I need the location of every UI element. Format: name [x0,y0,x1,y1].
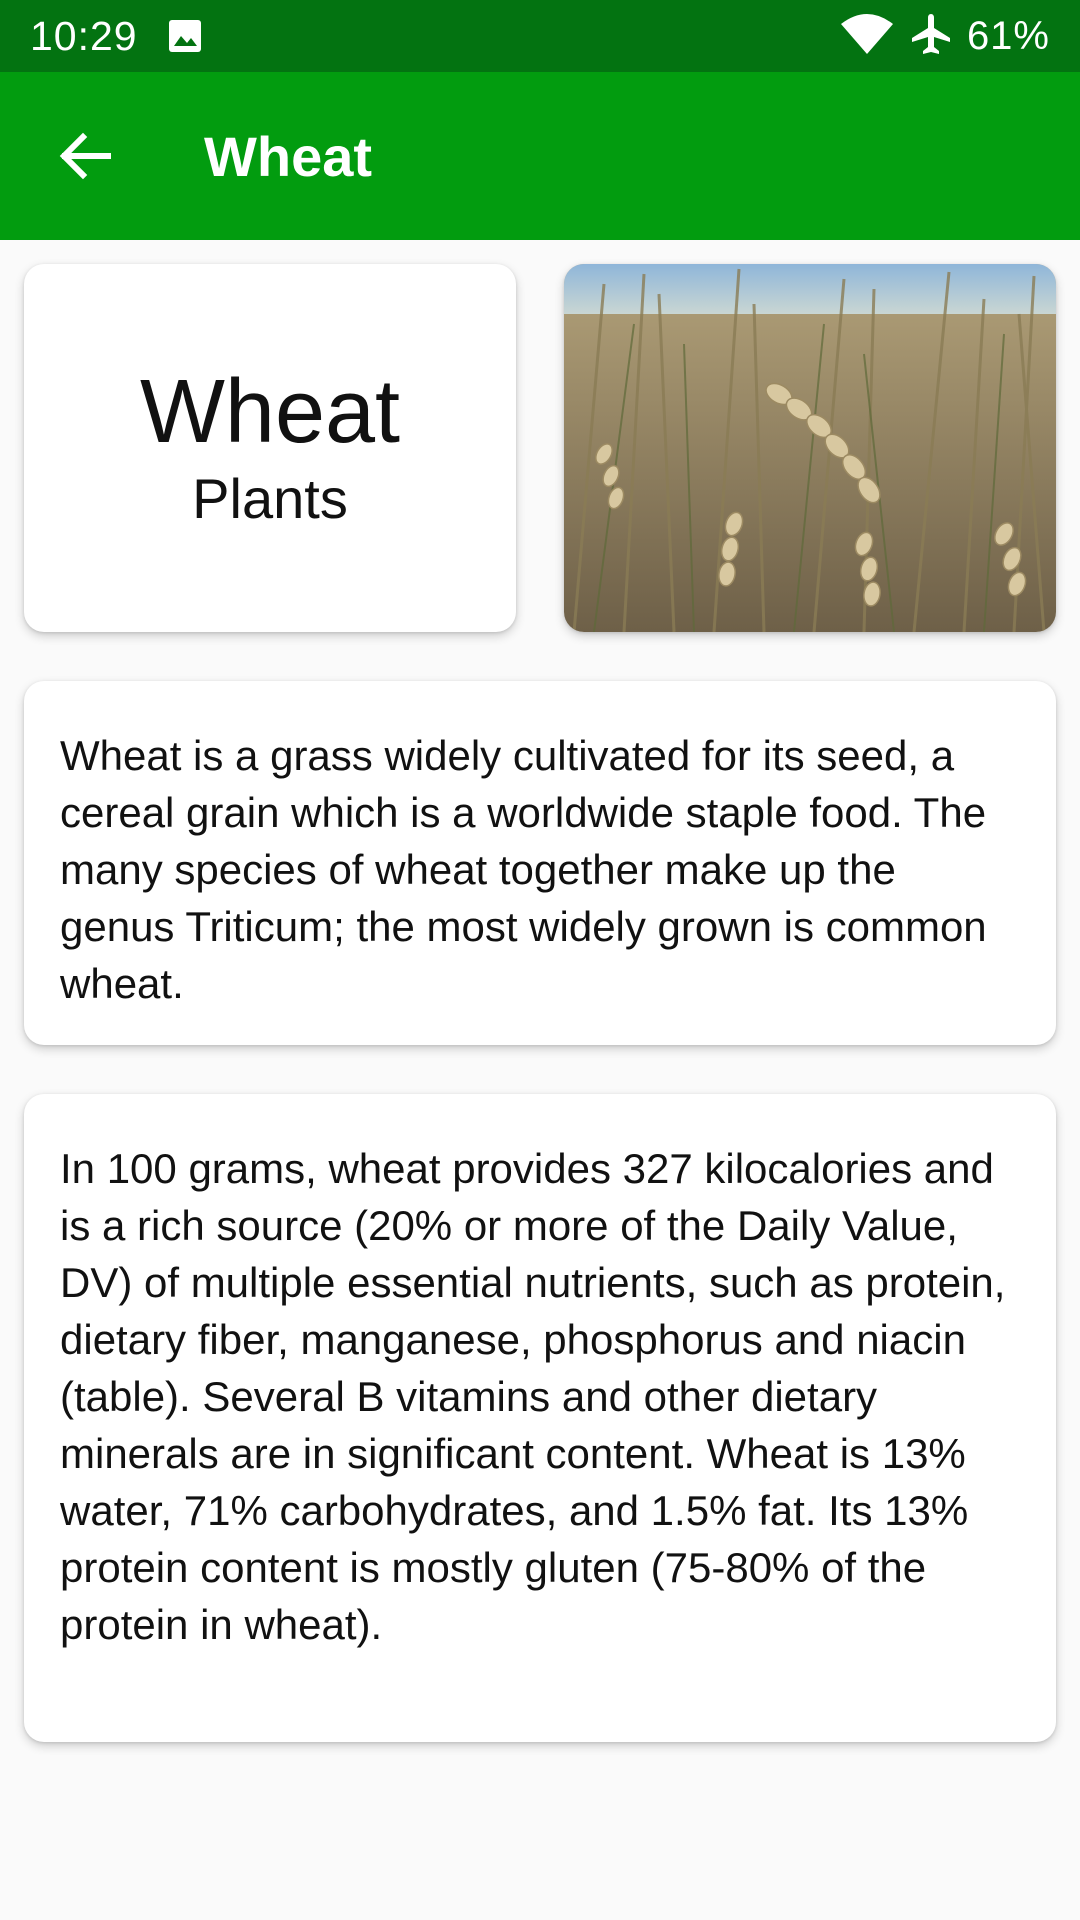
plant-name: Wheat [139,362,401,463]
wheat-photo [564,264,1056,632]
status-bar: 10:29 61% [0,0,1080,72]
nutrition-card: In 100 grams, wheat provides 327 kilocal… [24,1094,1056,1742]
description-text: Wheat is a grass widely cultivated for i… [60,732,987,1007]
arrow-back-icon [59,132,111,180]
status-icons: 61% [839,12,1050,61]
app-bar: Wheat [0,72,1080,240]
nutrition-text: In 100 grams, wheat provides 327 kilocal… [60,1145,1006,1648]
wheat-field-image [564,264,1056,632]
battery-level: 61% [966,13,1050,58]
wifi-icon [839,12,895,61]
image-icon [168,19,202,53]
page-title: Wheat [204,124,372,188]
plant-category: Plants [192,466,348,530]
name-card: Wheat Plants [24,264,516,632]
airplane-icon [909,12,953,61]
back-button[interactable] [50,121,120,191]
status-time: 10:29 [30,12,138,59]
description-card: Wheat is a grass widely cultivated for i… [24,681,1056,1045]
